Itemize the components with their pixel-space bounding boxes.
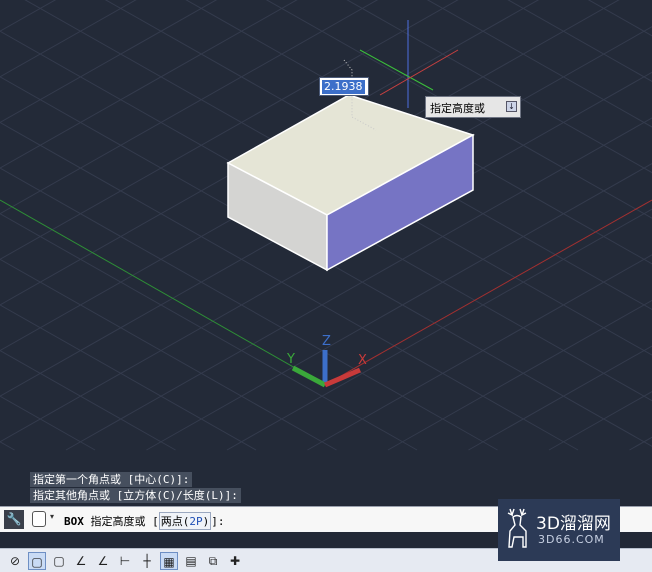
command-name: BOX: [64, 515, 84, 528]
grid-icon[interactable]: ▦: [160, 552, 178, 570]
dynamic-input-value[interactable]: 2.1938: [322, 80, 365, 94]
option-label: 两点(: [160, 515, 190, 528]
box-icon[interactable]: ▢: [50, 552, 68, 570]
dynamic-prompt-tooltip: 指定高度或 ↓: [425, 96, 521, 118]
ucs-x-label: X: [358, 353, 367, 368]
deer-icon: [507, 508, 527, 548]
model-space[interactable]: Z Y X: [0, 0, 652, 505]
down-arrow-icon[interactable]: ↓: [506, 101, 517, 112]
option-key: 2P: [189, 515, 203, 528]
command-prompt-text: 指定高度或 [: [83, 515, 159, 528]
command-input[interactable]: BOX 指定高度或 [两点(2P)]:: [64, 512, 225, 530]
otrack-icon[interactable]: ⊢: [116, 552, 134, 570]
watermark-url: 3D66.COM: [538, 533, 605, 546]
ucs-y-label: Y: [286, 352, 295, 367]
chevron-down-icon[interactable]: ▾: [50, 512, 54, 521]
ortho-angle-icon[interactable]: ∠: [72, 552, 90, 570]
ucs-z-label: Z: [322, 334, 331, 349]
annotation-icon[interactable]: ✚: [226, 552, 244, 570]
crosshair-cursor: [359, 20, 459, 108]
history-line: 指定其他角点或 [立方体(C)/长度(L)]:: [30, 488, 241, 503]
command-suffix: ]:: [211, 515, 225, 528]
watermark-logo: 3D溜溜网 3D66.COM: [498, 499, 620, 561]
command-history: 指定第一个角点或 [中心(C)]: 指定其他角点或 [立方体(C)/长度(L)]…: [30, 472, 241, 504]
wrench-icon[interactable]: 🔧: [4, 510, 24, 529]
dynamic-input-field[interactable]: 2.1938: [319, 77, 369, 96]
tooltip-text: 指定高度或: [430, 102, 485, 115]
crosshair-icon[interactable]: ┼: [138, 552, 156, 570]
drawing-viewport[interactable]: Z Y X 2.1938 指定高度或 ↓ 指定第一个角点或 [中心(C)]: 指…: [0, 0, 652, 505]
option-two-point[interactable]: 两点(2P): [158, 512, 212, 530]
properties-icon[interactable]: ▤: [182, 552, 200, 570]
command-prompt-icon[interactable]: [32, 511, 46, 527]
box-solid[interactable]: [226, 94, 475, 272]
watermark-brand: 3D溜溜网: [536, 514, 611, 534]
coordinate-icon[interactable]: ⊘: [6, 552, 24, 570]
history-line: 指定第一个角点或 [中心(C)]:: [30, 472, 193, 487]
option-close: ): [202, 515, 210, 528]
polar-icon[interactable]: ∠: [94, 552, 112, 570]
selection-icon[interactable]: ⧉: [204, 552, 222, 570]
snap-icon[interactable]: ▢: [28, 552, 46, 570]
